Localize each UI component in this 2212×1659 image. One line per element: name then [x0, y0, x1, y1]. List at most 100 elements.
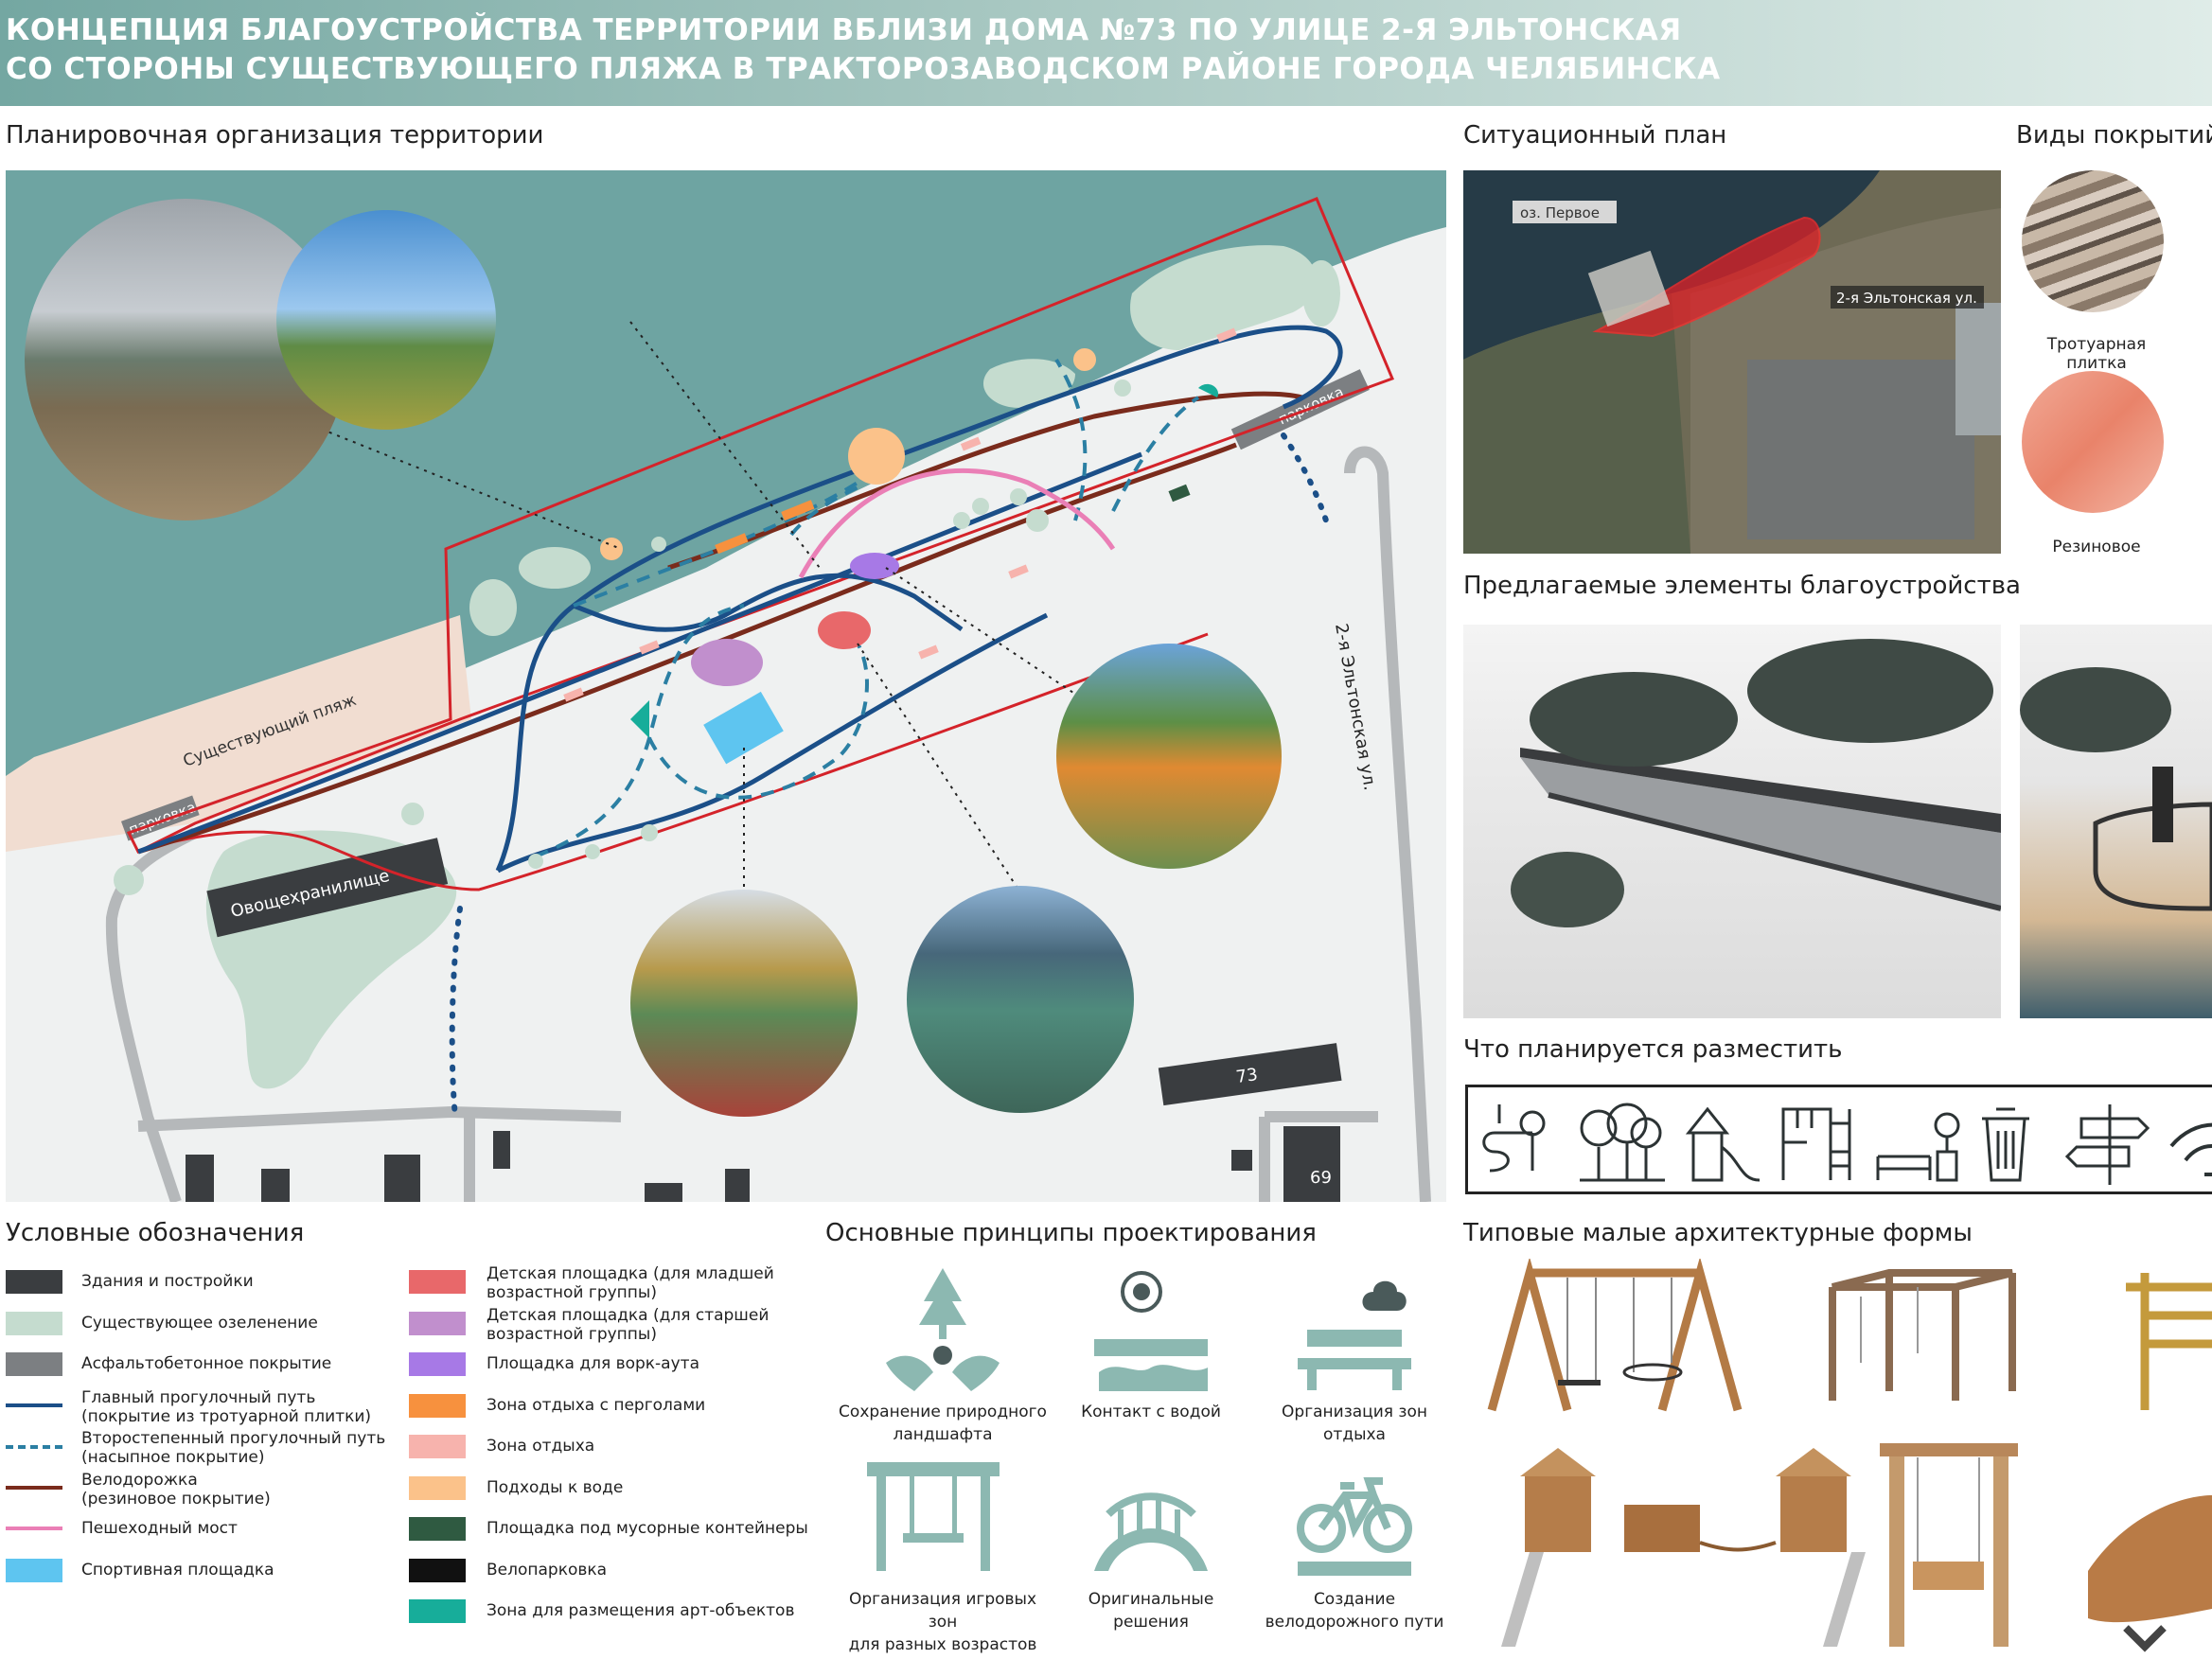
situation-plan-svg: оз. Первое 2-я Эльтонская ул.: [1463, 170, 2001, 554]
header-title-line2: СО СТОРОНЫ СУЩЕСТВУЮЩЕГО ПЛЯЖА В ТРАКТОР…: [6, 52, 1721, 86]
house-73-label: 73: [1235, 1065, 1260, 1087]
legend-label: Асфальтобетонное покрытие: [81, 1354, 332, 1373]
bench-cloud-icon: [1298, 1280, 1411, 1390]
bench-image: [2088, 1495, 2212, 1652]
legend-label: Пешеходный мост: [81, 1519, 238, 1538]
road: [1344, 446, 1431, 1202]
planned-title: Что планируется разместить: [1463, 1035, 1843, 1064]
house-69: [1283, 1126, 1340, 1202]
person: [2152, 767, 2173, 842]
signpost-icon: [2064, 1104, 2150, 1185]
legend-swatch: [409, 1475, 466, 1500]
legend-swatch: [6, 1352, 62, 1376]
legend: Здания и постройки Существующее озеленени…: [0, 1259, 814, 1659]
leader-line: [885, 567, 1086, 701]
legend-label: Детская площадка (для старшей возрастной…: [487, 1305, 770, 1344]
playground-older: [691, 639, 763, 686]
principle-label: Организация игровых зон для разных возра…: [848, 1590, 1037, 1654]
legend-label: Зона для размещения арт-объектов: [487, 1601, 795, 1620]
swing-set-image: [1487, 1259, 1743, 1412]
tree: [1010, 488, 1027, 505]
playground-slide-icon: [1685, 1106, 1761, 1182]
greenery: [469, 579, 517, 636]
swing-icon: [867, 1462, 1000, 1571]
legend-swatch: [409, 1393, 466, 1418]
legend-title: Условные обозначения: [6, 1219, 305, 1247]
legend-label: Главный прогулочный путь (покрытие из тр…: [81, 1387, 372, 1426]
photo-bridge-walk: [276, 210, 496, 430]
legend-label: Зона отдыха с перголами: [487, 1395, 706, 1415]
coverings-title: Виды покрытий: [2016, 121, 2212, 150]
maf-gallery-svg: [1487, 1259, 2212, 1652]
legend-label: Подходы к воде: [487, 1477, 624, 1497]
bridge-icon: [1094, 1492, 1208, 1571]
legend-swatch: [409, 1599, 466, 1623]
house-69-label: 69: [1310, 1168, 1332, 1188]
tree: [1511, 852, 1624, 927]
tree: [585, 844, 600, 859]
small-building: [384, 1155, 420, 1202]
photo-workout: [1056, 644, 1282, 869]
legend-swatch: [6, 1558, 62, 1582]
swing-frame-image: [1829, 1269, 2016, 1401]
principle-label: Организация зон отдыха: [1282, 1403, 1427, 1444]
situation-plan: оз. Первое 2-я Эльтонская ул.: [1463, 170, 2001, 554]
small-building: [493, 1131, 510, 1169]
legend-swatch: [409, 1352, 466, 1376]
legend-swatch: [6, 1270, 62, 1294]
legend-swatch: [6, 1311, 62, 1335]
playground-younger: [818, 611, 871, 649]
master-plan-map: Существующий пляж Овощехранилище 73 69 п…: [6, 170, 1446, 1202]
maf-title: Типовые малые архитектурные формы: [1463, 1219, 1973, 1247]
tree: [2020, 667, 2171, 752]
climbing-frame-image: [2126, 1273, 2212, 1410]
water-access: [848, 428, 905, 485]
proposed-title: Предлагаемые элементы благоустройства: [1463, 572, 2021, 600]
legend-swatch: [409, 1311, 466, 1335]
parking-right: парковка: [1230, 369, 1370, 450]
house-73: 73: [1158, 1043, 1342, 1106]
principle-label: Контакт с водой: [1081, 1403, 1221, 1421]
art-object-zone: [630, 700, 649, 738]
plan-title: Планировочная организация территории: [6, 121, 544, 150]
render-pier-svg: [2020, 667, 2212, 911]
principles-title: Основные принципы проектирования: [825, 1219, 1317, 1247]
trash-bin-icon: [1982, 1107, 2029, 1182]
legend-swatch: [6, 1485, 62, 1490]
photo-playground: [907, 886, 1134, 1113]
render-bridge: [1463, 625, 2001, 1018]
tree: [1530, 672, 1738, 767]
bicycle-icon: [1297, 1477, 1412, 1576]
covering-tile-photo: [2022, 170, 2164, 312]
rest-zone: [1008, 564, 1029, 579]
workout-area: [850, 553, 899, 579]
small-building: [186, 1155, 214, 1202]
tree: [651, 537, 666, 552]
water-icon: [1094, 1271, 1208, 1391]
dotted-connector: [449, 906, 463, 1120]
legend-label: Площадка под мусорные контейнеры: [487, 1519, 808, 1538]
workout-bars-icon: [1781, 1107, 1851, 1180]
satellite-district: [1747, 360, 1974, 539]
render-bridge-svg: [1511, 639, 2001, 927]
covering-tile-label: Тротуарная плитка: [2046, 335, 2147, 373]
situation-title: Ситуационный план: [1463, 121, 1727, 150]
street-label: 2-я Эльтонская ул.: [1836, 290, 1977, 307]
small-building: [1231, 1150, 1252, 1171]
photo-sports-ground: [630, 890, 858, 1117]
principle-label: Оригинальные решения: [1088, 1590, 1214, 1632]
sports-ground: [703, 691, 784, 765]
legend-label: Площадка для ворк-аута: [487, 1354, 699, 1373]
legend-label: Зона отдыха: [487, 1437, 595, 1456]
small-building: [725, 1169, 750, 1202]
covering-rubber-photo: [2022, 371, 2164, 513]
forest-icon: [1580, 1103, 1665, 1182]
small-building: [645, 1183, 682, 1202]
legend-swatch: [409, 1270, 466, 1294]
dotted-connector: [1281, 432, 1329, 523]
tree: [1114, 379, 1131, 397]
principle-label: Сохранение природного ландшафта: [839, 1403, 1047, 1444]
tree: [528, 854, 543, 869]
render-pier: [2020, 625, 2212, 1018]
legend-label: Здания и постройки: [81, 1272, 254, 1291]
